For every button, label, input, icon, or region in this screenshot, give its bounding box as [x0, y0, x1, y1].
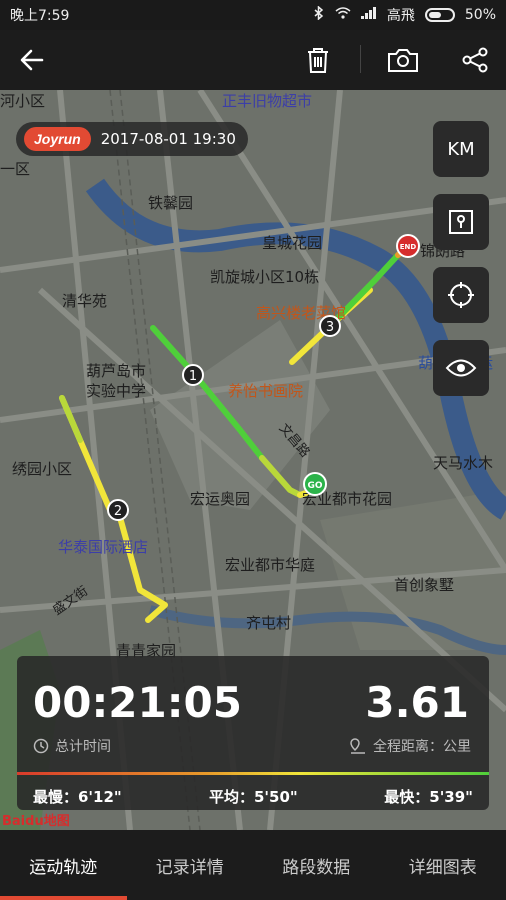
pace-gradient-bar: [17, 772, 489, 775]
camera-button[interactable]: [383, 40, 423, 80]
slowest-pace: 最慢：6'12": [33, 788, 122, 806]
top-toolbar: [0, 30, 506, 90]
tab-segment-data[interactable]: 路段数据: [253, 830, 380, 900]
tab-detailed-charts[interactable]: 详细图表: [380, 830, 506, 900]
map-label: 天马水木: [433, 454, 494, 472]
distance-caption: 全程距离：公里: [349, 736, 471, 756]
wifi-icon: [335, 7, 351, 23]
unit-label: KM: [447, 138, 475, 160]
battery-icon: [424, 8, 455, 22]
distance-label: 全程距离：公里: [373, 739, 471, 755]
arrow-left-icon: [20, 49, 44, 71]
map-label: 宏业都市花园: [302, 490, 393, 508]
map-label: 铁馨园: [148, 194, 194, 212]
map-pin-icon: [449, 210, 473, 234]
map-label: 实验中学: [86, 382, 147, 400]
signal-icon: [360, 7, 377, 23]
battery-percent: 50%: [464, 7, 496, 23]
average-pace: 平均：5'50": [209, 788, 298, 806]
map-label: 凯旋城小区10栋: [210, 268, 320, 286]
map-label: 河小区: [0, 92, 46, 110]
camera-icon: [388, 49, 418, 72]
stats-panel: 00:21:05 3.61 总计时间 全程距离：公里 最慢：6'12" 平均：5…: [17, 656, 489, 810]
map-label: 清华苑: [62, 292, 108, 310]
baidu-map-logo: Baidu地图: [2, 814, 70, 829]
map-label: 首创象墅: [394, 576, 455, 594]
distance-value: 3.61: [365, 678, 469, 727]
crosshair-icon: [448, 282, 474, 308]
map-label: 宏运奥园: [190, 490, 251, 508]
fastest-pace: 最快：5'39": [384, 788, 473, 806]
clock-icon: [33, 738, 49, 754]
run-info-pill: Joyrun 2017-08-01 19:30: [16, 122, 248, 156]
map-label: 葫芦岛市: [86, 362, 147, 380]
visibility-button[interactable]: [433, 340, 489, 396]
share-button[interactable]: [455, 40, 495, 80]
map-label: 宏业都市华庭: [225, 556, 316, 574]
tab-record-details[interactable]: 记录详情: [127, 830, 254, 900]
locate-button[interactable]: [433, 267, 489, 323]
share-icon: [462, 47, 488, 73]
eye-icon: [445, 359, 477, 377]
map-label: 养怡书画院: [228, 382, 304, 400]
bottom-tab-bar: 运动轨迹 记录详情 路段数据 详细图表: [0, 830, 506, 900]
location-distance-icon: [350, 738, 365, 754]
unit-toggle-button[interactable]: KM: [433, 121, 489, 177]
carrier-name: 高飛: [386, 8, 415, 24]
toolbar-divider: [360, 45, 361, 73]
map-label: 皇城花园: [262, 234, 323, 252]
status-time: 晚上7:59: [10, 8, 70, 24]
map-label: 绣园小区: [12, 460, 73, 478]
run-datetime: 2017-08-01 19:30: [100, 130, 236, 148]
joyrun-logo: Joyrun: [24, 127, 91, 151]
total-time-value: 00:21:05: [33, 678, 242, 727]
tab-route[interactable]: 运动轨迹: [0, 830, 127, 900]
delete-button[interactable]: [298, 40, 338, 80]
total-time-caption: 总计时间: [33, 736, 111, 756]
map-layer-button[interactable]: [433, 194, 489, 250]
map-label: 正丰旧物超市: [222, 92, 313, 110]
map-label: 一区: [0, 160, 31, 178]
total-time-label: 总计时间: [55, 739, 111, 755]
back-button[interactable]: [12, 40, 52, 80]
map-label: 高兴楼老菜馆: [256, 304, 347, 322]
status-bar: 晚上7:59 高飛 50%: [0, 0, 506, 30]
map-label: 齐屯村: [246, 614, 292, 632]
trash-icon: [308, 48, 328, 73]
map-label: 华泰国际酒店: [58, 538, 149, 556]
bluetooth-icon: [313, 5, 325, 24]
